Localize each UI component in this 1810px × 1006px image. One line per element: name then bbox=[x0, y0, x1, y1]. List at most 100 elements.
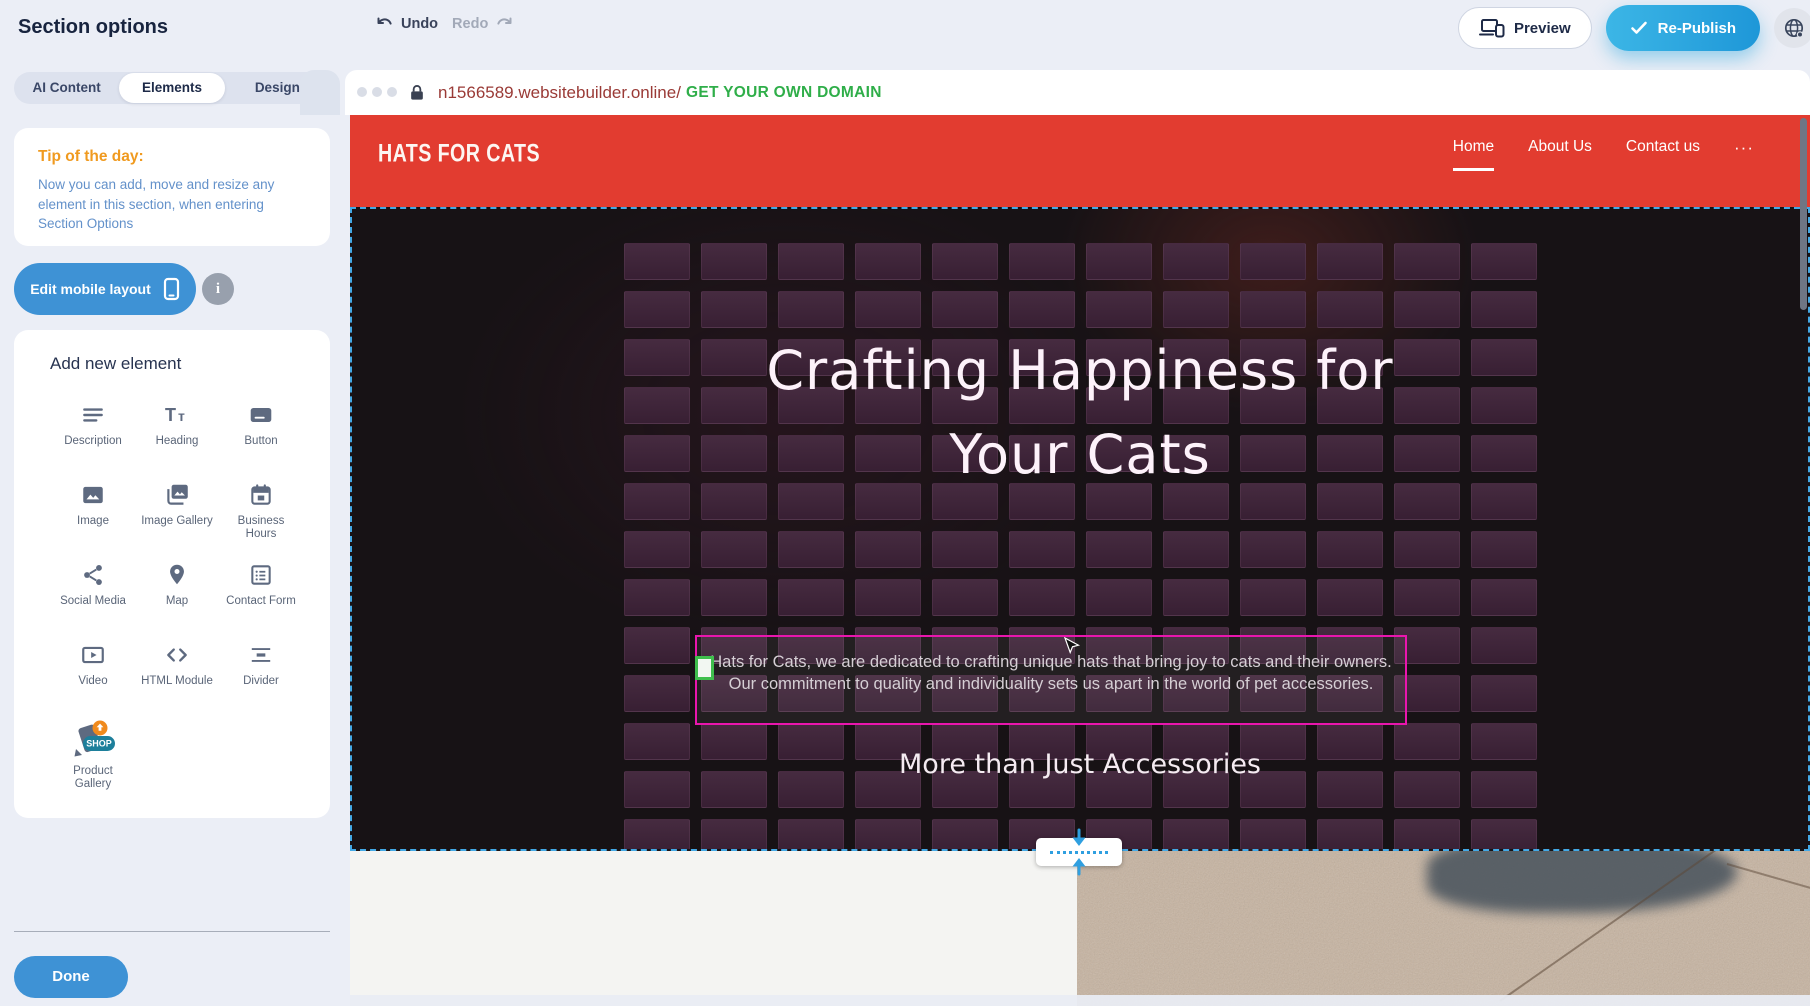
hero-paragraph: Hats for Cats, we are dedicated to craft… bbox=[697, 651, 1405, 695]
hero-tile bbox=[1240, 819, 1306, 851]
republish-button[interactable]: Re-Publish bbox=[1606, 5, 1760, 51]
map-icon bbox=[164, 560, 190, 590]
divider-icon bbox=[247, 640, 275, 670]
nav-home[interactable]: Home bbox=[1453, 138, 1494, 171]
hero-tile bbox=[855, 243, 921, 280]
undo-label: Undo bbox=[401, 16, 438, 32]
hero-heading-line2: Your Cats bbox=[352, 413, 1808, 497]
element-grid: Description Tт Heading Button Image Imag… bbox=[51, 390, 303, 790]
hero-tile bbox=[1394, 291, 1460, 328]
preview-button[interactable]: Preview bbox=[1458, 7, 1592, 49]
hero-tile bbox=[701, 243, 767, 280]
next-section-image bbox=[1077, 851, 1810, 1006]
canvas-bottom-strip bbox=[350, 995, 1810, 1006]
hero-tile bbox=[1163, 291, 1229, 328]
site-nav: Home About Us Contact us ··· bbox=[1453, 138, 1754, 171]
hero-tile bbox=[1394, 531, 1460, 568]
panel-divider bbox=[14, 931, 330, 932]
element-heading[interactable]: Tт Heading bbox=[135, 390, 219, 470]
product-gallery-icon: SHOP bbox=[69, 720, 117, 760]
nav-about-us[interactable]: About Us bbox=[1528, 138, 1592, 168]
element-video[interactable]: Video bbox=[51, 630, 135, 710]
element-divider[interactable]: Divider bbox=[219, 630, 303, 710]
hero-tile bbox=[624, 579, 690, 616]
element-button[interactable]: Button bbox=[219, 390, 303, 470]
paragraph-line1: Hats for Cats, we are dedicated to craft… bbox=[697, 651, 1405, 673]
hero-tile bbox=[1086, 531, 1152, 568]
hero-tile bbox=[855, 579, 921, 616]
description-icon bbox=[80, 400, 106, 430]
hero-tile bbox=[701, 579, 767, 616]
hero-tile bbox=[1471, 291, 1537, 328]
paragraph-line2: Our commitment to quality and individual… bbox=[697, 673, 1405, 695]
element-map[interactable]: Map bbox=[135, 550, 219, 630]
undo-icon bbox=[374, 14, 394, 34]
image-icon bbox=[80, 480, 106, 510]
contact-form-icon bbox=[248, 560, 274, 590]
hero-tile bbox=[855, 291, 921, 328]
hero-tile bbox=[701, 531, 767, 568]
topbar-actions: Preview Re-Publish bbox=[1458, 0, 1810, 56]
hero-tile bbox=[624, 243, 690, 280]
hero-tile bbox=[1163, 579, 1229, 616]
section-resize-handle[interactable] bbox=[1036, 838, 1122, 866]
element-drag-handle[interactable] bbox=[695, 656, 714, 680]
element-html-module[interactable]: HTML Module bbox=[135, 630, 219, 710]
window-dot bbox=[387, 87, 397, 97]
button-icon bbox=[247, 400, 275, 430]
hero-tile bbox=[1471, 531, 1537, 568]
tab-elements[interactable]: Elements bbox=[119, 73, 224, 103]
hero-tile bbox=[1394, 819, 1460, 851]
html-module-icon bbox=[163, 640, 191, 670]
hero-tile bbox=[1471, 675, 1537, 712]
background-tab bbox=[300, 70, 340, 115]
done-button[interactable]: Done bbox=[14, 956, 128, 998]
hero-tile bbox=[624, 675, 690, 712]
get-domain-link[interactable]: GET YOUR OWN DOMAIN bbox=[686, 84, 882, 102]
hero-tile bbox=[778, 291, 844, 328]
edit-mobile-label: Edit mobile layout bbox=[30, 281, 151, 297]
element-image[interactable]: Image bbox=[51, 470, 135, 550]
element-description[interactable]: Description bbox=[51, 390, 135, 470]
element-product-gallery[interactable]: SHOP Product Gallery bbox=[51, 710, 135, 790]
browser-address-bar: n1566589.websitebuilder.online/ GET YOUR… bbox=[345, 70, 1810, 115]
hero-tile bbox=[624, 819, 690, 851]
hero-tile bbox=[778, 579, 844, 616]
hero-tile bbox=[932, 579, 998, 616]
shop-badge: SHOP bbox=[86, 739, 112, 749]
site-url: n1566589.websitebuilder.online/ bbox=[438, 83, 681, 103]
redo-button[interactable]: Redo bbox=[452, 14, 515, 34]
hero-tile bbox=[1163, 819, 1229, 851]
tip-title: Tip of the day: bbox=[38, 148, 306, 166]
undo-button[interactable]: Undo bbox=[374, 14, 438, 34]
hero-heading: Crafting Happiness for Your Cats bbox=[352, 329, 1808, 497]
hero-tile bbox=[1471, 819, 1537, 851]
nav-more-icon[interactable]: ··· bbox=[1734, 138, 1754, 158]
svg-text:T: T bbox=[165, 405, 176, 425]
element-image-gallery[interactable]: Image Gallery bbox=[135, 470, 219, 550]
language-button[interactable] bbox=[1774, 8, 1810, 48]
hero-section-selected[interactable]: Crafting Happiness for Your Cats More th… bbox=[350, 207, 1810, 851]
paragraph-element-selected[interactable]: Hats for Cats, we are dedicated to craft… bbox=[695, 635, 1407, 725]
site-scrollbar[interactable] bbox=[1800, 118, 1807, 310]
nav-contact-us[interactable]: Contact us bbox=[1626, 138, 1700, 168]
add-element-title: Add new element bbox=[50, 354, 181, 374]
element-business-hours[interactable]: Business Hours bbox=[219, 470, 303, 550]
check-icon bbox=[1630, 20, 1648, 36]
hero-tile bbox=[1317, 819, 1383, 851]
site-logo[interactable]: HATS FOR CATS bbox=[378, 139, 540, 168]
hero-tile bbox=[778, 819, 844, 851]
info-icon[interactable]: i bbox=[202, 273, 234, 305]
hero-tile bbox=[778, 243, 844, 280]
hero-tile bbox=[701, 819, 767, 851]
hero-tile bbox=[1317, 579, 1383, 616]
hero-tile bbox=[1086, 579, 1152, 616]
tab-ai-content[interactable]: AI Content bbox=[14, 72, 119, 104]
heading-icon: Tт bbox=[163, 400, 191, 430]
edit-mobile-layout-button[interactable]: Edit mobile layout bbox=[14, 263, 196, 315]
hero-tile bbox=[1471, 243, 1537, 280]
element-contact-form[interactable]: Contact Form bbox=[219, 550, 303, 630]
element-social-media[interactable]: Social Media bbox=[51, 550, 135, 630]
window-dot bbox=[372, 87, 382, 97]
hero-tile bbox=[1317, 291, 1383, 328]
